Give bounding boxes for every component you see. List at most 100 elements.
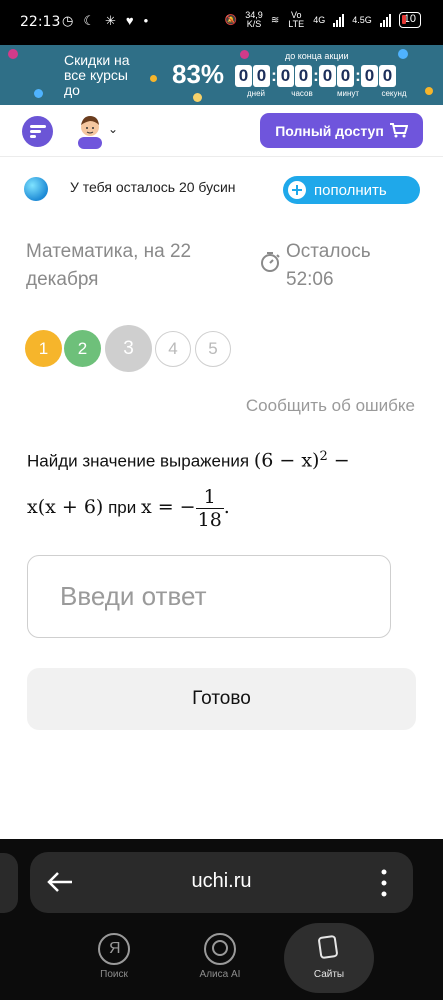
step-3-current[interactable]: 3 bbox=[105, 325, 152, 372]
speed-unit: K/S bbox=[246, 19, 262, 29]
decor-dot bbox=[193, 93, 202, 102]
signal-icon-2 bbox=[379, 13, 391, 27]
cart-icon bbox=[389, 123, 408, 138]
question-prefix: Найди значение выражения bbox=[27, 451, 250, 471]
status-bar: 22:13 ◷ ☾ ✳ ♥ • 🔕 34,9 K/S ≋ Vo LTE 4G 4… bbox=[0, 0, 443, 45]
alarm-icon: ◷ bbox=[62, 13, 74, 28]
math-minus: − bbox=[327, 449, 350, 472]
timer-label-minutes: минут bbox=[336, 89, 360, 98]
fraction-denominator: 18 bbox=[197, 509, 222, 531]
topup-button[interactable]: пополнить bbox=[283, 176, 420, 204]
banner-text: Скидки на все курсы до bbox=[64, 52, 130, 98]
step-4[interactable]: 4 bbox=[155, 331, 191, 367]
banner-until: до конца акции bbox=[285, 51, 349, 61]
address-bar[interactable]: uchi.ru bbox=[30, 852, 413, 913]
app-header: ⌄ Полный доступ bbox=[0, 105, 443, 157]
time-remaining-value: 52:06 bbox=[286, 269, 334, 290]
signal-icon bbox=[333, 13, 345, 27]
done-button[interactable]: Готово bbox=[27, 668, 416, 730]
timer-label-seconds: секунд bbox=[381, 89, 407, 98]
bead-icon bbox=[24, 177, 48, 201]
timer-label-hours: часов bbox=[291, 89, 313, 98]
plus-icon bbox=[288, 181, 306, 199]
moon-icon: ☾ bbox=[83, 13, 95, 28]
timer-digit: 0 bbox=[253, 65, 270, 87]
chat-button[interactable] bbox=[22, 116, 53, 147]
timer-digit: 0 bbox=[379, 65, 396, 87]
banner-percent: 83% bbox=[172, 59, 225, 89]
decor-dot bbox=[425, 87, 433, 95]
decor-dot bbox=[150, 75, 157, 82]
wifi-icon: ≋ bbox=[270, 14, 280, 26]
report-error-link[interactable]: Сообщить об ошибке bbox=[246, 396, 415, 416]
chevron-down-icon[interactable]: ⌄ bbox=[108, 122, 118, 136]
battery-level: 10 bbox=[403, 13, 416, 25]
decor-dot bbox=[34, 89, 43, 98]
browser-bottom-bar: uchi.ru Я Поиск Алиса AI Сайты bbox=[0, 839, 443, 1000]
promo-banner[interactable]: Скидки на все курсы до 83% до конца акци… bbox=[0, 45, 443, 105]
dot-icon: • bbox=[143, 13, 149, 28]
nav-search-label: Поиск bbox=[100, 969, 128, 980]
chat-icon bbox=[30, 125, 46, 138]
lesson-title: Математика, на 22 декабря bbox=[26, 241, 192, 290]
math-x-equals: x = − bbox=[140, 495, 196, 518]
status-left-icons: ◷ ☾ ✳ ♥ • bbox=[62, 13, 148, 29]
full-access-label: Полный доступ bbox=[275, 122, 384, 139]
net-4g-label: 4G bbox=[313, 14, 326, 25]
timer-digit: 0 bbox=[337, 65, 354, 87]
tabs-icon bbox=[313, 933, 345, 965]
mute-icon: 🔕 bbox=[224, 14, 238, 26]
timer-label-days: дней bbox=[246, 89, 265, 98]
math-expr-1: (6 − x) bbox=[253, 449, 320, 472]
stopwatch-icon bbox=[261, 252, 280, 272]
avatar[interactable] bbox=[75, 113, 105, 149]
browser-nav: Я Поиск Алиса AI Сайты bbox=[0, 923, 443, 1000]
nav-search[interactable]: Я Поиск bbox=[69, 927, 159, 980]
math-expr-2: x(x + 6) bbox=[27, 495, 104, 518]
url-text[interactable]: uchi.ru bbox=[30, 870, 413, 893]
step-2[interactable]: 2 bbox=[64, 330, 101, 367]
nav-sites-label: Сайты bbox=[313, 969, 345, 980]
timer-digit: 0 bbox=[295, 65, 312, 87]
beads-row: У тебя осталось 20 бусин пополнить bbox=[0, 157, 443, 219]
fraction-numerator: 1 bbox=[195, 486, 224, 509]
full-access-button[interactable]: Полный доступ bbox=[260, 113, 423, 148]
decor-dot bbox=[240, 50, 249, 59]
timer-labels: дней часов минут секунд bbox=[237, 89, 413, 98]
timer-digit: 0 bbox=[319, 65, 336, 87]
screen: 22:13 ◷ ☾ ✳ ♥ • 🔕 34,9 K/S ≋ Vo LTE 4G 4… bbox=[0, 0, 443, 1000]
nav-sites[interactable]: Сайты bbox=[284, 927, 374, 980]
question-line-1: Найди значение выражения (6 − x)2 − bbox=[27, 444, 350, 475]
yandex-search-icon: Я bbox=[98, 933, 130, 965]
more-menu-icon[interactable] bbox=[381, 869, 387, 897]
math-exponent: 2 bbox=[319, 449, 328, 464]
timer-digit: 0 bbox=[235, 65, 252, 87]
countdown-timer: 0 0 : 0 0 : 0 0 : 0 0 bbox=[235, 65, 397, 87]
math-period: . bbox=[223, 495, 230, 518]
time-remaining-label: Осталось bbox=[286, 241, 371, 262]
alice-icon bbox=[204, 933, 236, 965]
timer-digit: 0 bbox=[361, 65, 378, 87]
question-when: при bbox=[108, 497, 137, 517]
topup-label: пополнить bbox=[314, 181, 387, 199]
network-speed: 34,9 K/S bbox=[245, 11, 263, 29]
volte-label: Vo LTE bbox=[288, 10, 305, 29]
status-time: 22:13 bbox=[20, 14, 61, 30]
decor-dot bbox=[398, 49, 408, 59]
step-5[interactable]: 5 bbox=[195, 331, 231, 367]
question-line-2: x(x + 6) при x = −1 18. bbox=[27, 486, 230, 531]
time-remaining: Осталось 52:06 bbox=[286, 238, 371, 294]
heart-icon: ♥ bbox=[125, 13, 134, 28]
answer-input[interactable]: Введи ответ bbox=[27, 555, 391, 638]
previous-tab-peek[interactable] bbox=[0, 853, 18, 913]
timer-digit: 0 bbox=[277, 65, 294, 87]
math-fraction: 1 18 bbox=[195, 486, 224, 531]
snowflake-icon: ✳ bbox=[105, 13, 116, 28]
nav-alice[interactable]: Алиса AI bbox=[175, 927, 265, 980]
battery-indicator: 10 bbox=[398, 12, 421, 28]
status-right: 🔕 34,9 K/S ≋ Vo LTE 4G 4.5G 10 bbox=[225, 11, 421, 29]
beads-remaining-text: У тебя осталось 20 бусин bbox=[70, 179, 236, 195]
nav-alice-label: Алиса AI bbox=[199, 969, 241, 980]
net-45g-label: 4.5G bbox=[352, 14, 372, 25]
step-1[interactable]: 1 bbox=[25, 330, 62, 367]
